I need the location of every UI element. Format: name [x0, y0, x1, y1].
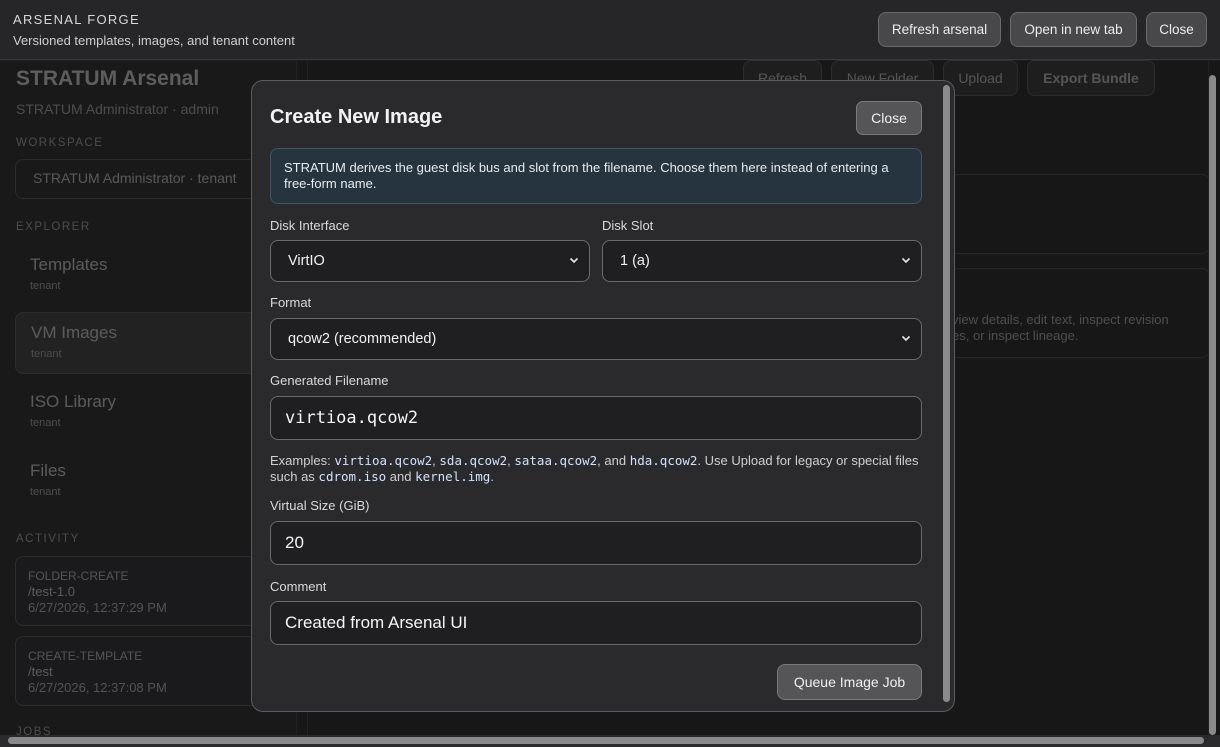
sidebar-subtitle: STRATUM Administrator · admin: [16, 101, 219, 117]
sidebar-item-meta: tenant: [31, 348, 62, 360]
export-bundle-button[interactable]: Export Bundle: [1027, 60, 1155, 96]
example-code: hda.qcow2: [629, 453, 698, 468]
examples-text: , and: [597, 453, 630, 468]
comment-field[interactable]: Created from Arsenal UI: [270, 601, 922, 645]
virtual-size-label: Virtual Size (GiB): [270, 498, 370, 513]
top-bar: ARSENAL FORGE Versioned templates, image…: [0, 0, 1220, 60]
example-code: kernel.img: [415, 469, 491, 484]
sidebar-item-label: Templates: [30, 255, 108, 274]
sidebar-item-vm-images[interactable]: VM Images tenant: [15, 312, 285, 374]
examples-text: Examples:: [270, 453, 335, 468]
open-new-tab-button[interactable]: Open in new tab: [1010, 12, 1137, 47]
virtual-size-field[interactable]: 20: [270, 521, 922, 565]
disk-interface-select[interactable]: VirtIO: [270, 240, 590, 282]
activity-path: /test-1.0: [28, 584, 75, 599]
disk-interface-value: VirtIO: [288, 253, 325, 269]
examples-text: .: [490, 469, 494, 484]
format-select[interactable]: qcow2 (recommended): [270, 318, 922, 360]
disk-slot-label: Disk Slot: [602, 218, 654, 233]
sidebar-item-label: ISO Library: [30, 392, 116, 411]
comment-label: Comment: [270, 579, 327, 594]
disk-slot-value: 1 (a): [620, 253, 650, 269]
dialog-scrollbar[interactable]: [943, 85, 950, 702]
close-panel-button[interactable]: Close: [1146, 12, 1207, 47]
explorer-label: EXPLORER: [16, 221, 91, 233]
format-label: Format: [270, 295, 312, 310]
chevron-down-icon: [569, 257, 579, 264]
app-subtitle: Versioned templates, images, and tenant …: [13, 33, 295, 48]
disk-slot-select[interactable]: 1 (a): [602, 240, 922, 282]
activity-card[interactable]: FOLDER-CREATE /test-1.0 6/27/2026, 12:37…: [15, 556, 285, 626]
activity-type: CREATE-TEMPLATE: [28, 649, 143, 663]
refresh-arsenal-button[interactable]: Refresh arsenal: [878, 12, 1001, 47]
sidebar-item-label: Files: [30, 461, 66, 480]
empty-hint-line: es, or inspect lineage.: [952, 328, 1079, 343]
empty-hint-line: view details, edit text, inspect revisio…: [952, 312, 1169, 327]
activity-card[interactable]: CREATE-TEMPLATE /test 6/27/2026, 12:37:0…: [15, 636, 285, 706]
sidebar-item-iso-library[interactable]: ISO Library tenant: [15, 382, 285, 444]
workspace-select[interactable]: STRATUM Administrator · tenant: [15, 159, 285, 199]
example-code: sda.qcow2: [439, 453, 508, 468]
chevron-down-icon: [901, 335, 911, 342]
horizontal-scrollbar[interactable]: [8, 737, 1204, 744]
empty-hint: view details, edit text, inspect revisio…: [952, 312, 1202, 344]
sidebar-item-meta: tenant: [30, 280, 61, 292]
sidebar-item-files[interactable]: Files tenant: [15, 451, 285, 513]
create-image-dialog: Create New Image Close STRATUM derives t…: [251, 80, 955, 712]
filename-label: Generated Filename: [270, 373, 389, 388]
app-title: ARSENAL FORGE: [13, 12, 140, 27]
info-banner: STRATUM derives the guest disk bus and s…: [270, 148, 922, 204]
queue-image-job-button[interactable]: Queue Image Job: [777, 664, 922, 700]
examples-text: and: [386, 469, 416, 484]
example-code: virtioa.qcow2: [334, 453, 433, 468]
example-code: sataa.qcow2: [514, 453, 598, 468]
sidebar-item-templates[interactable]: Templates tenant: [15, 245, 285, 307]
chevron-down-icon: [901, 257, 911, 264]
activity-time: 6/27/2026, 12:37:08 PM: [28, 680, 167, 695]
activity-time: 6/27/2026, 12:37:29 PM: [28, 600, 167, 615]
workspace-label: WORKSPACE: [16, 137, 104, 149]
vertical-scrollbar[interactable]: [1209, 75, 1216, 735]
sidebar-item-meta: tenant: [30, 417, 61, 429]
activity-path: /test: [28, 664, 53, 679]
sidebar-item-meta: tenant: [30, 486, 61, 498]
example-code: cdrom.iso: [318, 469, 387, 484]
disk-interface-label: Disk Interface: [270, 218, 350, 233]
format-value: qcow2 (recommended): [288, 331, 437, 347]
activity-type: FOLDER-CREATE: [28, 569, 129, 583]
activity-label: ACTIVITY: [16, 533, 80, 545]
filename-examples: Examples: virtioa.qcow2, sda.qcow2, sata…: [270, 453, 922, 485]
sidebar-item-label: VM Images: [31, 323, 117, 342]
sidebar-title: STRATUM Arsenal: [16, 67, 200, 90]
dialog-title: Create New Image: [270, 106, 443, 128]
filename-field[interactable]: virtioa.qcow2: [270, 396, 922, 440]
dialog-close-button[interactable]: Close: [856, 101, 922, 135]
